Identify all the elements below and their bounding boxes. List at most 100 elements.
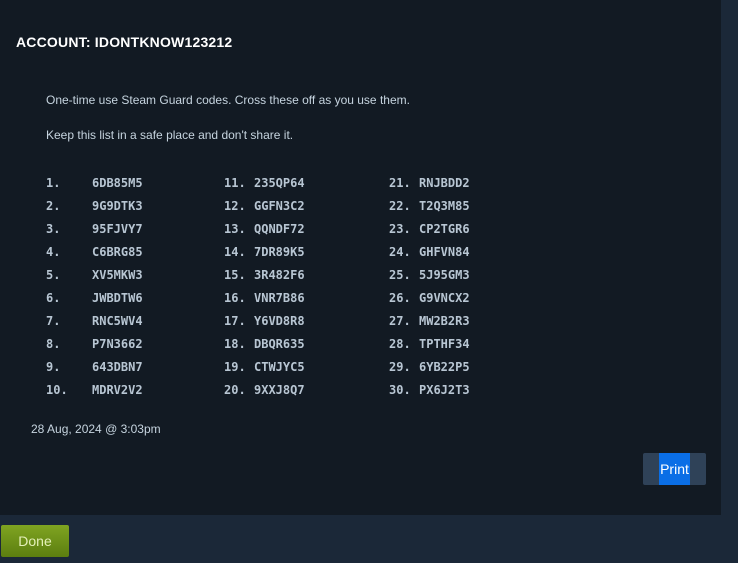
code-row: 8. P7N3662 <box>46 337 143 360</box>
codes-column-2: 11. 235QP64 12. GGFN3C2 13. QQNDF72 14. 7DR89K5… <box>224 176 305 406</box>
code-number: 17. <box>224 314 246 328</box>
code-row: 6. JWBDTW6 <box>46 291 143 314</box>
code-number: 18. <box>224 337 246 351</box>
code-row: 15. 3R482F6 <box>224 268 305 291</box>
code-number: 19. <box>224 360 246 374</box>
code-row: 20. 9XXJ8Q7 <box>224 383 305 406</box>
backup-code: T2Q3M85 <box>419 199 470 213</box>
code-row: 27. MW2B2R3 <box>389 314 470 337</box>
backup-code: QQNDF72 <box>254 222 305 236</box>
code-number: 3. <box>46 222 61 236</box>
backup-code: RNC5WV4 <box>92 314 143 328</box>
code-row: 7. RNC5WV4 <box>46 314 143 337</box>
backup-code: 5J95GM3 <box>419 268 470 282</box>
print-button-label: Print <box>659 453 690 485</box>
code-row: 4. C6BRG85 <box>46 245 143 268</box>
code-row: 23. CP2TGR6 <box>389 222 470 245</box>
backup-code: XV5MKW3 <box>92 268 143 282</box>
code-row: 5. XV5MKW3 <box>46 268 143 291</box>
code-number: 29. <box>389 360 411 374</box>
code-number: 10. <box>46 383 68 397</box>
backup-code: G9VNCX2 <box>419 291 470 305</box>
code-number: 13. <box>224 222 246 236</box>
code-number: 2. <box>46 199 61 213</box>
code-number: 26. <box>389 291 411 305</box>
code-number: 4. <box>46 245 61 259</box>
backup-code: TPTHF34 <box>419 337 470 351</box>
backup-code: 235QP64 <box>254 176 305 190</box>
code-row: 24. GHFVN84 <box>389 245 470 268</box>
backup-code: 7DR89K5 <box>254 245 305 259</box>
code-row: 28. TPTHF34 <box>389 337 470 360</box>
code-number: 14. <box>224 245 246 259</box>
backup-code: VNR7B86 <box>254 291 305 305</box>
code-row: 26. G9VNCX2 <box>389 291 470 314</box>
backup-code: DBQR635 <box>254 337 305 351</box>
code-row: 19. CTWJYC5 <box>224 360 305 383</box>
backup-code: Y6VD8R8 <box>254 314 305 328</box>
backup-code: JWBDTW6 <box>92 291 143 305</box>
code-number: 11. <box>224 176 246 190</box>
code-row: 22. T2Q3M85 <box>389 199 470 222</box>
backup-code: GHFVN84 <box>419 245 470 259</box>
backup-code: 9XXJ8Q7 <box>254 383 305 397</box>
code-row: 3. 95FJVY7 <box>46 222 143 245</box>
instruction-text-2: Keep this list in a safe place and don't… <box>46 128 294 142</box>
code-number: 22. <box>389 199 411 213</box>
backup-code: RNJBDD2 <box>419 176 470 190</box>
backup-code: 6DB85M5 <box>92 176 143 190</box>
backup-codes-panel: ACCOUNT: IDONTKNOW123212 One-time use St… <box>0 0 721 515</box>
code-number: 15. <box>224 268 246 282</box>
code-row: 21. RNJBDD2 <box>389 176 470 199</box>
code-row: 1. 6DB85M5 <box>46 176 143 199</box>
backup-code: CTWJYC5 <box>254 360 305 374</box>
backup-code: CP2TGR6 <box>419 222 470 236</box>
code-number: 25. <box>389 268 411 282</box>
code-number: 6. <box>46 291 61 305</box>
backup-code: 9G9DTK3 <box>92 199 143 213</box>
instruction-text-1: One-time use Steam Guard codes. Cross th… <box>46 93 410 107</box>
backup-code: 643DBN7 <box>92 360 143 374</box>
code-number: 7. <box>46 314 61 328</box>
done-button[interactable]: Done <box>1 525 69 557</box>
code-row: 18. DBQR635 <box>224 337 305 360</box>
code-row: 25. 5J95GM3 <box>389 268 470 291</box>
code-row: 13. QQNDF72 <box>224 222 305 245</box>
code-number: 16. <box>224 291 246 305</box>
code-row: 29. 6YB22P5 <box>389 360 470 383</box>
code-number: 5. <box>46 268 61 282</box>
backup-code: 95FJVY7 <box>92 222 143 236</box>
account-title: ACCOUNT: IDONTKNOW123212 <box>16 34 233 50</box>
code-row: 2. 9G9DTK3 <box>46 199 143 222</box>
code-number: 20. <box>224 383 246 397</box>
code-row: 30. PX6J2T3 <box>389 383 470 406</box>
code-number: 24. <box>389 245 411 259</box>
code-row: 10. MDRV2V2 <box>46 383 143 406</box>
code-number: 28. <box>389 337 411 351</box>
code-number: 1. <box>46 176 61 190</box>
backup-code: PX6J2T3 <box>419 383 470 397</box>
code-row: 9. 643DBN7 <box>46 360 143 383</box>
code-number: 21. <box>389 176 411 190</box>
backup-code: MW2B2R3 <box>419 314 470 328</box>
codes-column-1: 1. 6DB85M5 2. 9G9DTK3 3. 95FJVY7 4. C6BRG85 5. XV… <box>46 176 143 406</box>
codes-column-3: 21. RNJBDD2 22. T2Q3M85 23. CP2TGR6 24. GHFVN84… <box>389 176 470 406</box>
code-row: 17. Y6VD8R8 <box>224 314 305 337</box>
generated-date: 28 Aug, 2024 @ 3:03pm <box>31 422 161 436</box>
code-number: 12. <box>224 199 246 213</box>
backup-code: GGFN3C2 <box>254 199 305 213</box>
backup-code: 6YB22P5 <box>419 360 470 374</box>
code-row: 14. 7DR89K5 <box>224 245 305 268</box>
code-number: 30. <box>389 383 411 397</box>
print-button[interactable]: Print <box>643 453 706 485</box>
code-number: 23. <box>389 222 411 236</box>
backup-code: MDRV2V2 <box>92 383 143 397</box>
backup-code: P7N3662 <box>92 337 143 351</box>
code-number: 27. <box>389 314 411 328</box>
code-row: 12. GGFN3C2 <box>224 199 305 222</box>
code-row: 16. VNR7B86 <box>224 291 305 314</box>
code-row: 11. 235QP64 <box>224 176 305 199</box>
code-number: 9. <box>46 360 61 374</box>
backup-code: 3R482F6 <box>254 268 305 282</box>
backup-code: C6BRG85 <box>92 245 143 259</box>
